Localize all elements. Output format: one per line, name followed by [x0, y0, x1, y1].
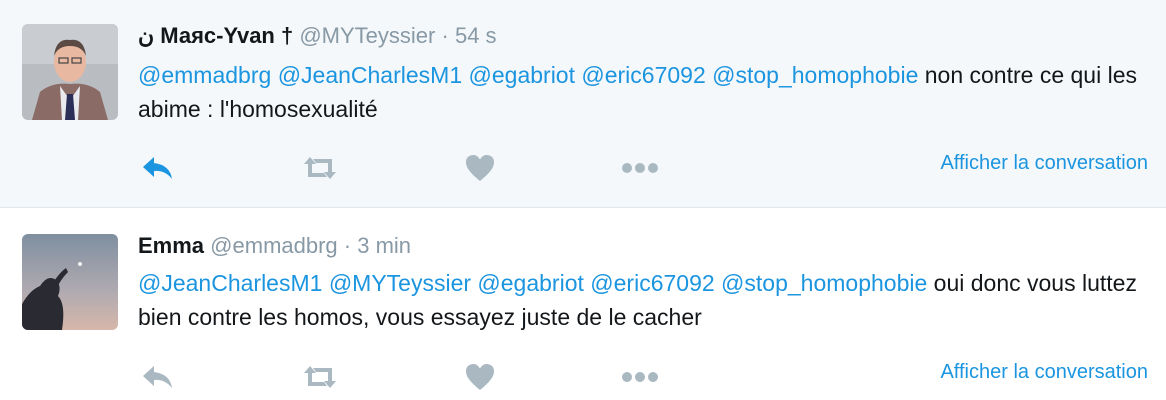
- display-name[interactable]: Emma: [138, 233, 204, 258]
- heart-icon: [466, 364, 494, 390]
- display-name[interactable]: ن Маяс-Yvan †: [138, 23, 293, 48]
- mention-link[interactable]: @JeanCharlesM1: [278, 62, 462, 88]
- timestamp[interactable]: 54 s: [455, 23, 497, 48]
- retweet-icon: [304, 366, 336, 388]
- username-handle[interactable]: @MYTeyssier: [299, 23, 435, 48]
- mention-link[interactable]: @eric67092: [581, 62, 705, 88]
- reply-button[interactable]: [138, 357, 178, 397]
- more-icon: [622, 372, 658, 382]
- retweet-button[interactable]: [300, 148, 340, 188]
- more-button[interactable]: [620, 357, 660, 397]
- reply-icon: [143, 157, 172, 179]
- avatar[interactable]: [22, 24, 118, 120]
- mention-link[interactable]: @eric67092: [590, 270, 714, 296]
- tweet-text: @JeanCharlesM1 @MYTeyssier @egabriot @er…: [138, 266, 1138, 334]
- view-conversation-link[interactable]: Afficher la conversation: [940, 152, 1148, 175]
- view-conversation-link[interactable]: Afficher la conversation: [940, 361, 1148, 384]
- mention-link[interactable]: @egabriot: [469, 62, 575, 88]
- retweet-button[interactable]: [300, 357, 340, 397]
- heart-icon: [466, 155, 494, 181]
- separator-dot: ·: [343, 233, 352, 258]
- tweet-header: ن Маяс-Yvan † @MYTeyssier · 54 s: [138, 22, 497, 50]
- more-button[interactable]: [620, 148, 660, 188]
- mention-link[interactable]: @MYTeyssier: [329, 270, 471, 296]
- tweet-2[interactable]: Emma @emmadbrg · 3 min @JeanCharlesM1 @M…: [0, 208, 1166, 400]
- like-button[interactable]: [460, 148, 500, 188]
- tweet-actions: Afficher la conversation: [0, 357, 1166, 397]
- timestamp[interactable]: 3 min: [357, 233, 411, 258]
- mention-link[interactable]: @stop_homophobie: [721, 270, 927, 296]
- username-handle[interactable]: @emmadbrg: [210, 233, 338, 258]
- mention-link[interactable]: @JeanCharlesM1: [138, 270, 322, 296]
- separator-dot: ·: [441, 23, 449, 48]
- mention-link[interactable]: @egabriot: [477, 270, 583, 296]
- tweet-text: @emmadbrg @JeanCharlesM1 @egabriot @eric…: [138, 58, 1138, 126]
- reply-button[interactable]: [138, 148, 178, 188]
- tweet-header: Emma @emmadbrg · 3 min: [138, 232, 411, 260]
- mention-link[interactable]: @emmadbrg: [138, 62, 271, 88]
- tweet-1[interactable]: ن Маяс-Yvan † @MYTeyssier · 54 s @emmadb…: [0, 0, 1166, 208]
- retweet-icon: [304, 157, 336, 179]
- tweet-actions: Afficher la conversation: [0, 148, 1166, 188]
- more-icon: [622, 163, 658, 173]
- reply-icon: [143, 366, 172, 388]
- avatar[interactable]: [22, 234, 118, 330]
- mention-link[interactable]: @stop_homophobie: [712, 62, 918, 88]
- like-button[interactable]: [460, 357, 500, 397]
